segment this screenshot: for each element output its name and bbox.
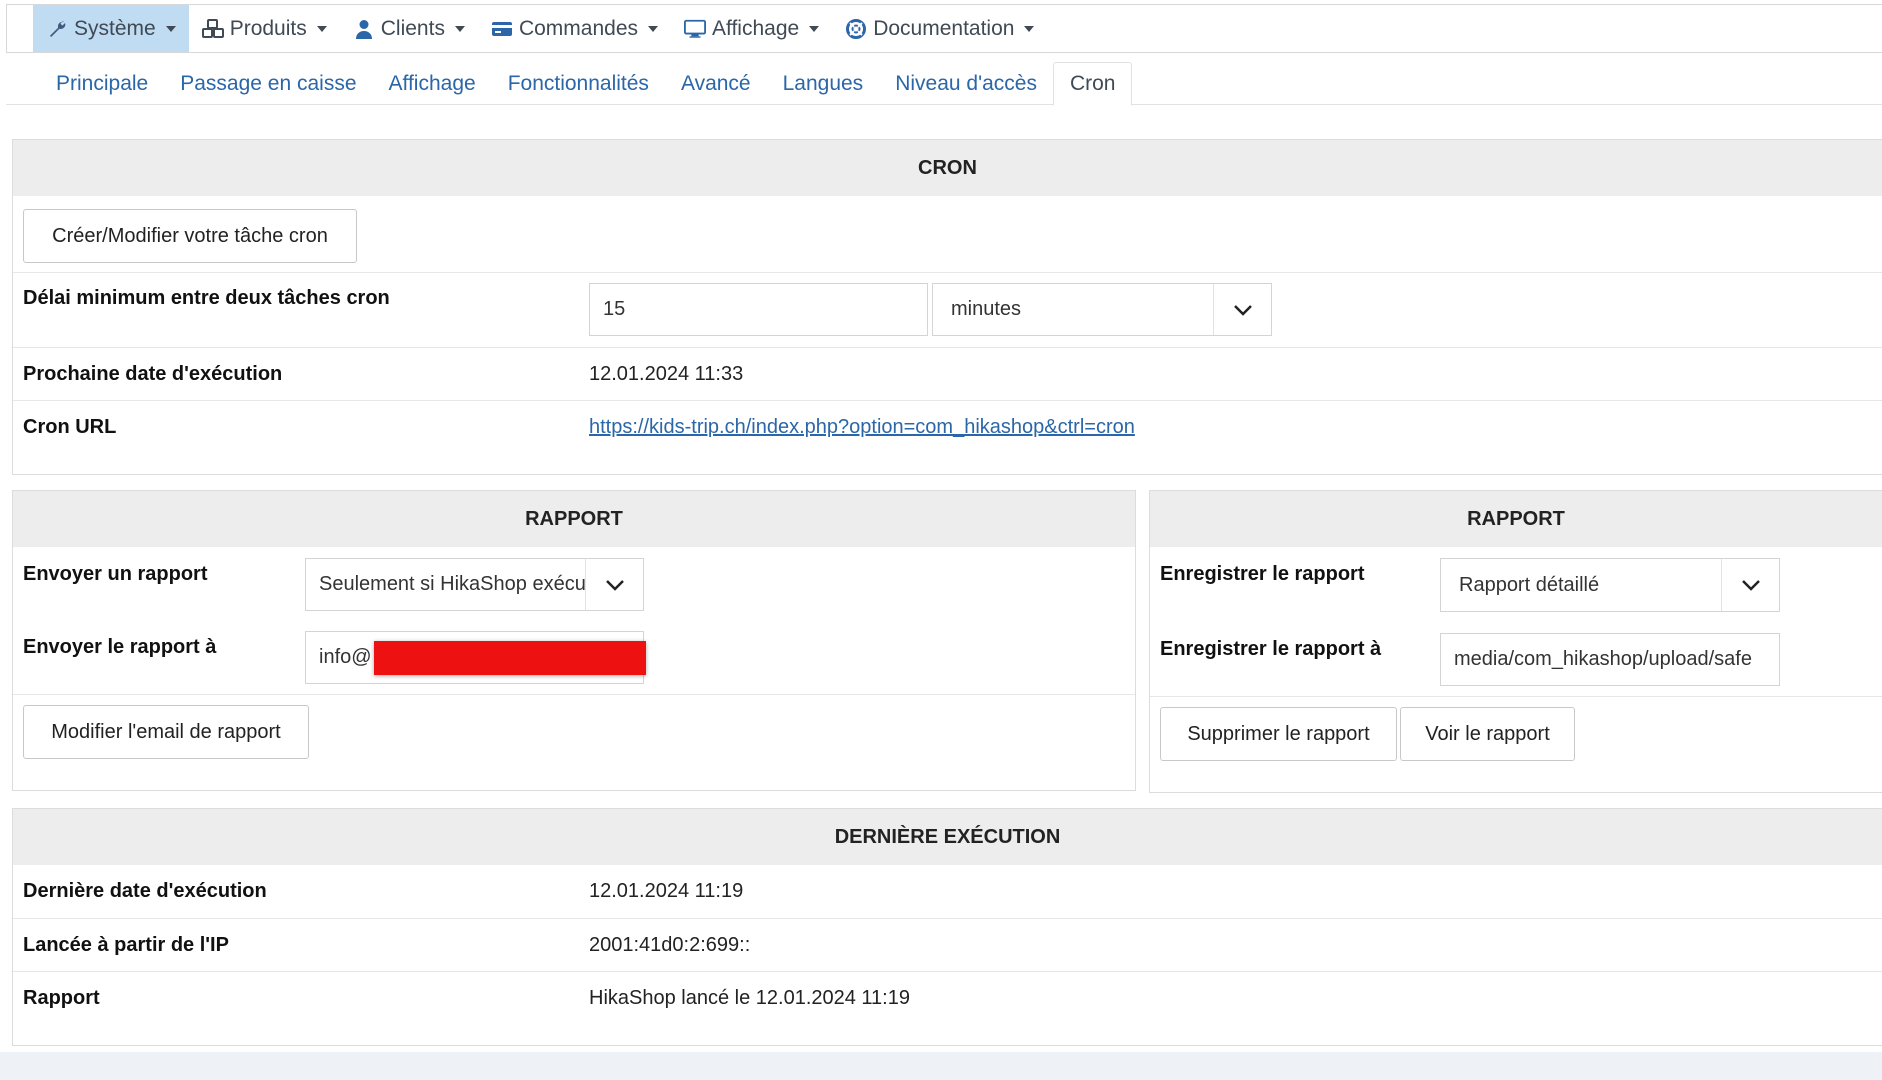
tab-passage-en-caisse[interactable]: Passage en caisse xyxy=(164,62,372,105)
menu-affichage[interactable]: Affichage xyxy=(671,5,832,52)
tab-cron[interactable]: Cron xyxy=(1052,62,1133,106)
page-footer-strip xyxy=(0,1052,1882,1080)
delay-label: Délai minimum entre deux tâches cron xyxy=(23,287,390,309)
tab-niveau-acces[interactable]: Niveau d'accès xyxy=(879,62,1053,105)
caret-down-icon xyxy=(1024,25,1035,32)
cubes-icon xyxy=(201,18,224,40)
last-run-date-value: 12.01.2024 11:19 xyxy=(589,880,744,902)
cron-url-row: Cron URL https://kids-trip.ch/index.php?… xyxy=(13,400,1882,453)
next-run-value: 12.01.2024 11:33 xyxy=(589,363,744,385)
cron-url-label: Cron URL xyxy=(23,416,117,438)
save-report-path-input[interactable]: media/com_hikashop/upload/safe xyxy=(1440,633,1780,686)
save-report-value: Rapport détaillé xyxy=(1459,573,1600,596)
save-report-to-label: Enregistrer le rapport à xyxy=(1160,638,1382,660)
monitor-icon xyxy=(684,18,707,40)
main-menubar: Système Produits Clients Commandes Affic… xyxy=(6,4,1882,53)
report-send-title: RAPPORT xyxy=(13,491,1135,547)
caret-down-icon xyxy=(316,25,327,32)
delay-input[interactable]: 15 xyxy=(589,283,928,336)
menu-label: Clients xyxy=(380,16,445,40)
wrench-icon xyxy=(46,18,68,40)
cron-url-link[interactable]: https://kids-trip.ch/index.php?option=co… xyxy=(589,416,1135,439)
send-report-select[interactable]: Seulement si HikaShop exécute xyxy=(305,558,644,611)
send-report-to-label: Envoyer le rapport à xyxy=(23,636,217,658)
menu-label: Commandes xyxy=(518,16,639,40)
menu-produits[interactable]: Produits xyxy=(189,5,340,52)
credit-card-icon xyxy=(491,18,513,40)
view-report-button[interactable]: Voir le rapport xyxy=(1400,707,1575,761)
last-run-panel: DERNIÈRE EXÉCUTION Dernière date d'exécu… xyxy=(12,808,1882,1046)
delay-unit-select[interactable]: minutes xyxy=(932,283,1272,336)
tab-langues[interactable]: Langues xyxy=(767,62,880,105)
menu-systeme[interactable]: Système xyxy=(33,5,189,52)
last-run-report-row: Rapport HikaShop lancé le 12.01.2024 11:… xyxy=(13,971,1882,1024)
menu-label: Documentation xyxy=(873,16,1015,40)
report-save-panel: RAPPORT Enregistrer le rapport Rapport d… xyxy=(1149,490,1882,793)
cron-panel-title: CRON xyxy=(13,140,1882,196)
lifebuoy-icon xyxy=(845,18,867,40)
report-send-panel: RAPPORT Envoyer un rapport Seulement si … xyxy=(12,490,1136,791)
report-save-actions: Supprimer le rapport Voir le rapport xyxy=(1150,696,1882,792)
delete-report-button[interactable]: Supprimer le rapport xyxy=(1160,707,1397,761)
create-cron-button[interactable]: Créer/Modifier votre tâche cron xyxy=(23,209,357,263)
email-redaction xyxy=(374,641,646,675)
caret-down-icon xyxy=(648,25,659,32)
tab-fonctionnalites[interactable]: Fonctionnalités xyxy=(492,62,665,105)
last-run-ip-value: 2001:41d0:2:699:: xyxy=(589,934,751,956)
caret-down-icon xyxy=(454,25,465,32)
tab-affichage[interactable]: Affichage xyxy=(373,62,492,105)
last-run-report-label: Rapport xyxy=(23,987,100,1009)
caret-down-icon xyxy=(165,25,176,32)
send-report-label: Envoyer un rapport xyxy=(23,563,208,585)
menu-label: Affichage xyxy=(712,16,800,40)
chevron-down-icon xyxy=(585,559,643,610)
last-run-title: DERNIÈRE EXÉCUTION xyxy=(13,809,1882,865)
last-run-report-value: HikaShop lancé le 12.01.2024 11:19 xyxy=(589,987,910,1009)
menu-clients[interactable]: Clients xyxy=(340,5,478,52)
report-send-actions: Modifier l'email de rapport xyxy=(13,694,1135,790)
last-run-date-row: Dernière date d'exécution 12.01.2024 11:… xyxy=(13,865,1882,918)
last-run-ip-label: Lancée à partir de l'IP xyxy=(23,934,229,956)
cron-panel: CRON Créer/Modifier votre tâche cron Dél… xyxy=(12,139,1882,475)
save-report-label: Enregistrer le rapport xyxy=(1160,563,1365,585)
menu-documentation[interactable]: Documentation xyxy=(832,5,1047,52)
delay-row: Délai minimum entre deux tâches cron 15 … xyxy=(13,272,1882,347)
report-save-title: RAPPORT xyxy=(1150,491,1882,547)
save-report-select[interactable]: Rapport détaillé xyxy=(1440,558,1780,612)
menu-label: Produits xyxy=(229,16,307,40)
chevron-down-icon xyxy=(1721,559,1779,611)
config-tabs: Principale Passage en caisse Affichage F… xyxy=(6,62,1882,106)
last-run-date-label: Dernière date d'exécution xyxy=(23,880,267,902)
user-icon xyxy=(353,18,375,40)
delay-unit-value: minutes xyxy=(951,298,1022,320)
tab-avance[interactable]: Avancé xyxy=(665,62,767,105)
tab-principale[interactable]: Principale xyxy=(40,62,164,105)
caret-down-icon xyxy=(809,25,820,32)
last-run-ip-row: Lancée à partir de l'IP 2001:41d0:2:699:… xyxy=(13,918,1882,971)
chevron-down-icon xyxy=(1213,284,1271,335)
next-run-row: Prochaine date d'exécution 12.01.2024 11… xyxy=(13,347,1882,400)
menu-label: Système xyxy=(74,16,156,40)
menu-commandes[interactable]: Commandes xyxy=(478,5,671,52)
next-run-label: Prochaine date d'exécution xyxy=(23,363,283,385)
modify-report-email-button[interactable]: Modifier l'email de rapport xyxy=(23,705,309,759)
send-report-value: Seulement si HikaShop exécute xyxy=(319,573,585,595)
